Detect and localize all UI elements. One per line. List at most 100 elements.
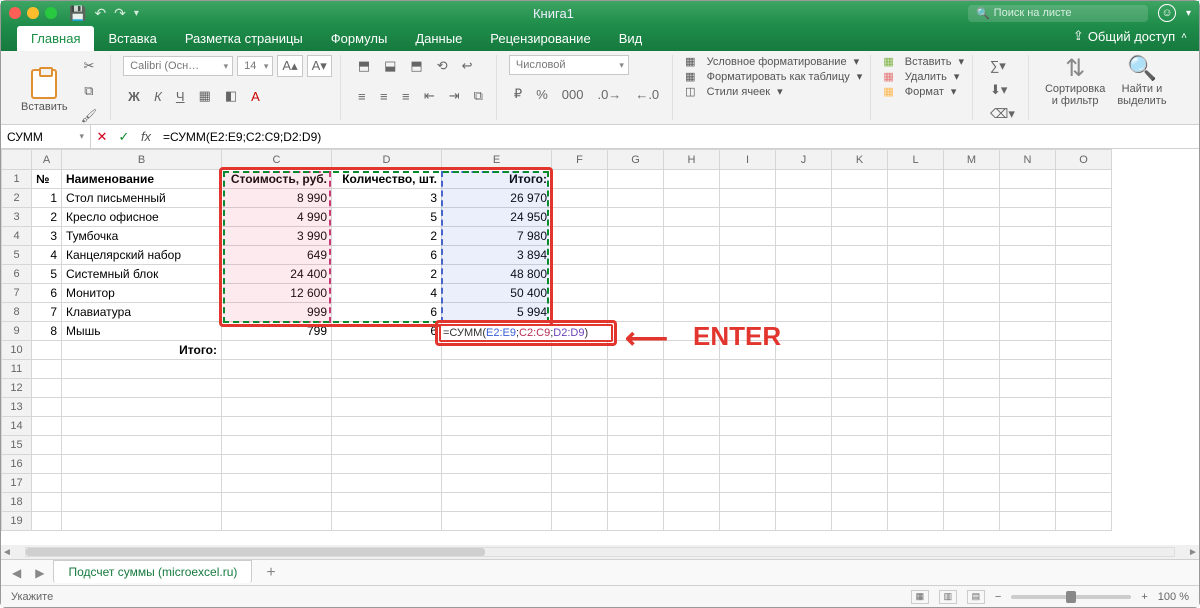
zoom-out-button[interactable]: − xyxy=(995,591,1001,603)
delete-cells-button[interactable]: ▦ Удалить ▾ xyxy=(883,70,964,83)
cell-I19[interactable] xyxy=(720,512,776,531)
cell-E15[interactable] xyxy=(442,436,552,455)
fx-button[interactable]: fx xyxy=(135,129,157,144)
cell-H15[interactable] xyxy=(664,436,720,455)
cell-A12[interactable] xyxy=(32,379,62,398)
cell-O12[interactable] xyxy=(1056,379,1112,398)
col-header-I[interactable]: I xyxy=(720,150,776,170)
sheet-nav-next[interactable]: ▶ xyxy=(30,566,49,580)
cell-C11[interactable] xyxy=(222,360,332,379)
sheet-tab-active[interactable]: Подсчет суммы (microexcel.ru) xyxy=(53,560,252,583)
cell-C9[interactable]: 799 xyxy=(222,322,332,341)
tab-formulas[interactable]: Формулы xyxy=(317,26,402,51)
cell-L12[interactable] xyxy=(888,379,944,398)
row-header-13[interactable]: 13 xyxy=(2,398,32,417)
cell-L7[interactable] xyxy=(888,284,944,303)
cell-L4[interactable] xyxy=(888,227,944,246)
insert-cells-button[interactable]: ▦ Вставить ▾ xyxy=(883,55,964,68)
view-page-layout-icon[interactable]: ▥ xyxy=(939,590,957,604)
accept-formula-button[interactable]: ✓ xyxy=(113,129,135,145)
cell-I17[interactable] xyxy=(720,474,776,493)
cell-B14[interactable] xyxy=(62,417,222,436)
cell-G17[interactable] xyxy=(608,474,664,493)
cell-H18[interactable] xyxy=(664,493,720,512)
cell-M5[interactable] xyxy=(944,246,1000,265)
cell-E19[interactable] xyxy=(442,512,552,531)
cell-N12[interactable] xyxy=(1000,379,1056,398)
align-right-icon[interactable]: ≡ xyxy=(397,86,415,107)
cell-H8[interactable] xyxy=(664,303,720,322)
format-painter-icon[interactable]: 🖌 xyxy=(76,105,103,127)
cell-F18[interactable] xyxy=(552,493,608,512)
cell-H1[interactable] xyxy=(664,170,720,189)
cell-G1[interactable] xyxy=(608,170,664,189)
cell-D4[interactable]: 2 xyxy=(332,227,442,246)
bold-icon[interactable]: Ж xyxy=(123,86,145,107)
cell-E17[interactable] xyxy=(442,474,552,493)
cell-H17[interactable] xyxy=(664,474,720,493)
align-left-icon[interactable]: ≡ xyxy=(353,86,371,107)
cell-I15[interactable] xyxy=(720,436,776,455)
cell-N16[interactable] xyxy=(1000,455,1056,474)
cell-D8[interactable]: 6 xyxy=(332,303,442,322)
cell-N7[interactable] xyxy=(1000,284,1056,303)
cell-D2[interactable]: 3 xyxy=(332,189,442,208)
cell-N6[interactable] xyxy=(1000,265,1056,284)
cell-O9[interactable] xyxy=(1056,322,1112,341)
horizontal-scrollbar[interactable]: ◄ ► xyxy=(1,545,1199,559)
cell-G7[interactable] xyxy=(608,284,664,303)
tab-view[interactable]: Вид xyxy=(605,26,657,51)
cell-B4[interactable]: Тумбочка xyxy=(62,227,222,246)
scroll-right-icon[interactable]: ► xyxy=(1187,547,1199,558)
cell-F10[interactable] xyxy=(552,341,608,360)
cell-N4[interactable] xyxy=(1000,227,1056,246)
cell-N3[interactable] xyxy=(1000,208,1056,227)
sort-filter-button[interactable]: ⇅ Сортировка и фильтр xyxy=(1041,55,1109,109)
col-header-J[interactable]: J xyxy=(776,150,832,170)
cell-B13[interactable] xyxy=(62,398,222,417)
cell-H14[interactable] xyxy=(664,417,720,436)
cell-B8[interactable]: Клавиатура xyxy=(62,303,222,322)
cell-G2[interactable] xyxy=(608,189,664,208)
cell-I11[interactable] xyxy=(720,360,776,379)
cell-F4[interactable] xyxy=(552,227,608,246)
cell-A8[interactable]: 7 xyxy=(32,303,62,322)
cell-O13[interactable] xyxy=(1056,398,1112,417)
percent-icon[interactable]: % xyxy=(531,84,553,105)
increase-decimal-icon[interactable]: .0→ xyxy=(592,84,626,105)
row-header-19[interactable]: 19 xyxy=(2,512,32,531)
cell-G11[interactable] xyxy=(608,360,664,379)
cell-H4[interactable] xyxy=(664,227,720,246)
clear-icon[interactable]: ⌫▾ xyxy=(985,103,1020,125)
cell-O11[interactable] xyxy=(1056,360,1112,379)
cell-L10[interactable] xyxy=(888,341,944,360)
cell-J15[interactable] xyxy=(776,436,832,455)
cell-B7[interactable]: Монитор xyxy=(62,284,222,303)
cell-A18[interactable] xyxy=(32,493,62,512)
cell-L17[interactable] xyxy=(888,474,944,493)
cell-F1[interactable] xyxy=(552,170,608,189)
cell-A4[interactable]: 3 xyxy=(32,227,62,246)
cell-I13[interactable] xyxy=(720,398,776,417)
row-header-15[interactable]: 15 xyxy=(2,436,32,455)
cell-H5[interactable] xyxy=(664,246,720,265)
cell-K8[interactable] xyxy=(832,303,888,322)
row-header-9[interactable]: 9 xyxy=(2,322,32,341)
scroll-track[interactable] xyxy=(25,547,1175,557)
cell-C3[interactable]: 4 990 xyxy=(222,208,332,227)
cell-F19[interactable] xyxy=(552,512,608,531)
decrease-indent-icon[interactable]: ⇤ xyxy=(419,85,440,107)
cell-E16[interactable] xyxy=(442,455,552,474)
cell-J8[interactable] xyxy=(776,303,832,322)
worksheet-grid[interactable]: ABCDEFGHIJKLMNO 1№НаименованиеСтоимость,… xyxy=(1,149,1199,545)
cell-H13[interactable] xyxy=(664,398,720,417)
cell-F3[interactable] xyxy=(552,208,608,227)
row-header-7[interactable]: 7 xyxy=(2,284,32,303)
cell-A15[interactable] xyxy=(32,436,62,455)
row-header-2[interactable]: 2 xyxy=(2,189,32,208)
row-header-5[interactable]: 5 xyxy=(2,246,32,265)
zoom-in-button[interactable]: + xyxy=(1141,591,1147,603)
col-header-F[interactable]: F xyxy=(552,150,608,170)
scroll-left-icon[interactable]: ◄ xyxy=(1,547,13,558)
cell-G8[interactable] xyxy=(608,303,664,322)
